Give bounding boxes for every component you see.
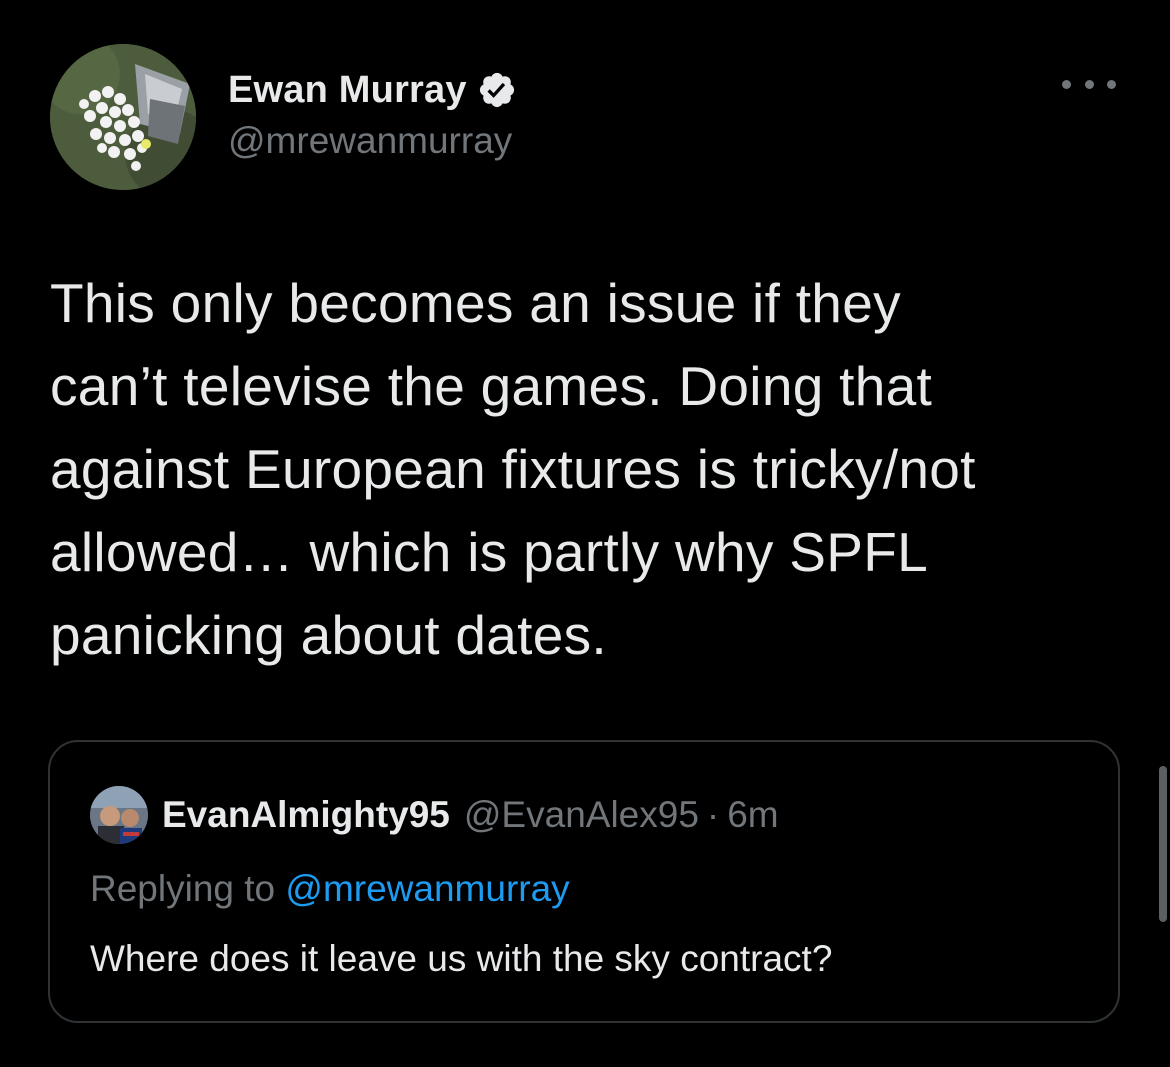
author-handle[interactable]: @mrewanmurray xyxy=(228,120,517,162)
more-dot xyxy=(1107,79,1116,89)
quoted-tweet-time[interactable]: 6m xyxy=(727,794,778,836)
quoted-tweet-header: EvanAlmighty95 @EvanAlex95 · 6m xyxy=(90,786,779,844)
replying-to: Replying to @mrewanmurray xyxy=(90,868,570,910)
verified-badge-icon xyxy=(477,70,517,110)
tweet: Ewan Murray @mrewanmurray This only beco… xyxy=(0,0,1170,1067)
author-info: Ewan Murray @mrewanmurray xyxy=(228,66,517,162)
golf-balls-avatar-icon xyxy=(50,44,196,190)
more-dot xyxy=(1062,79,1071,89)
author-display-name[interactable]: Ewan Murray xyxy=(228,69,467,112)
separator-dot: · xyxy=(706,794,720,835)
person-avatar-icon xyxy=(90,786,148,844)
author-avatar[interactable] xyxy=(50,44,196,190)
more-dot xyxy=(1084,79,1094,89)
replying-to-label: Replying to xyxy=(90,868,276,909)
quoted-tweet-text: Where does it leave us with the sky cont… xyxy=(90,938,833,979)
scrollbar-thumb[interactable] xyxy=(1159,766,1167,922)
display-name-row: Ewan Murray xyxy=(228,66,517,114)
more-options-icon[interactable] xyxy=(1062,72,1116,96)
quoted-author-handle[interactable]: @EvanAlex95 xyxy=(464,794,699,836)
quoted-author-display-name[interactable]: EvanAlmighty95 xyxy=(162,794,450,836)
tweet-text: This only becomes an issue if they can’t… xyxy=(50,272,976,666)
quoted-author-avatar[interactable] xyxy=(90,786,148,844)
quoted-tweet[interactable]: EvanAlmighty95 @EvanAlex95 · 6m Replying… xyxy=(48,740,1120,1023)
replying-to-handle-link[interactable]: @mrewanmurray xyxy=(285,868,569,909)
